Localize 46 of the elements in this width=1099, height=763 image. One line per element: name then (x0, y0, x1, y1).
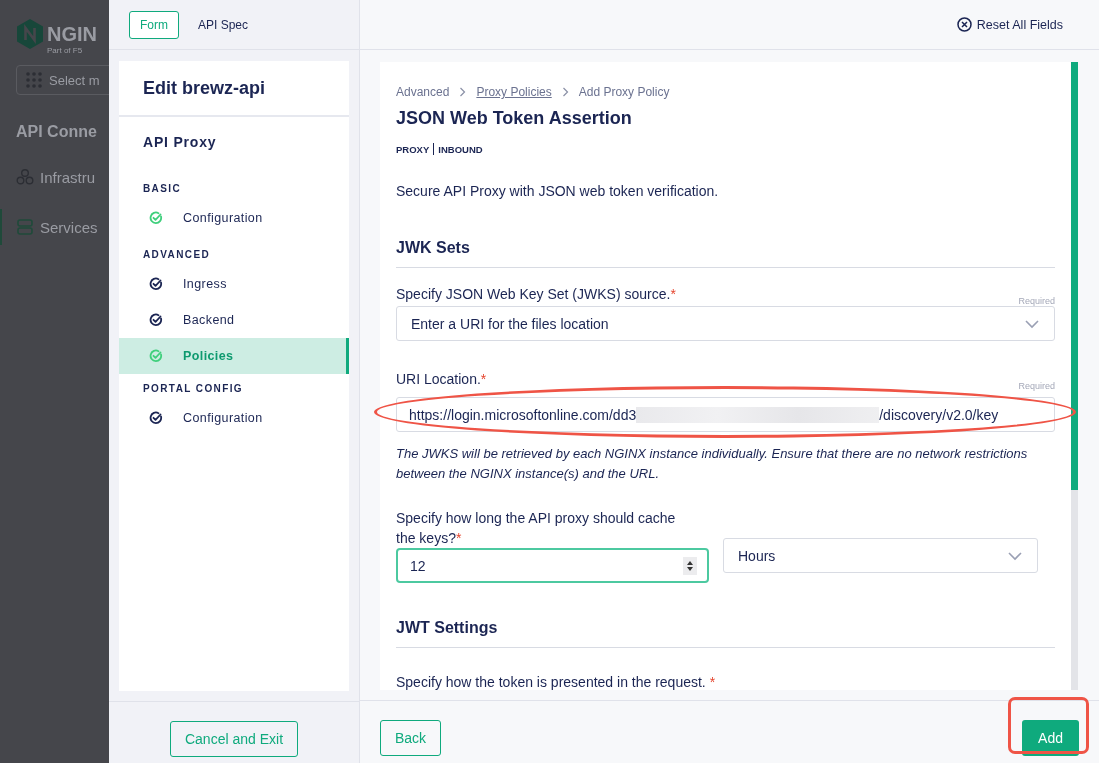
sidebar-subtitle: API Proxy (142, 133, 218, 152)
page-heading: API Conne (16, 123, 98, 141)
chevron-right-icon (459, 87, 467, 97)
policy-tag: PROXY (396, 143, 430, 155)
reset-button[interactable]: Reset All Fields (950, 16, 1069, 33)
chevron-right-icon (561, 87, 569, 97)
policy-title: JSON Web Token Assertion (396, 108, 633, 129)
hexagon-logo-icon (16, 18, 44, 50)
section-label: BASIC (142, 181, 183, 196)
breadcrumb-link[interactable]: Proxy Policies (476, 85, 552, 99)
cluster-icon (16, 168, 34, 186)
field-label: Specify how long the API proxy should cache the keys?* (396, 509, 677, 548)
help-text: The JWKS will be retrieved by each NGINX instance individually. Ensure that there are no network restrictions between the NGINX instance(s) and the URL. (396, 445, 1029, 483)
section-heading: JWK Sets (396, 239, 1055, 268)
sidebar-title: Edit brewz-api (119, 61, 349, 117)
close-icon (956, 17, 972, 32)
chevron-down-icon (1024, 318, 1040, 329)
sidebar-item[interactable]: Ingress (119, 266, 349, 302)
breadcrumb-item: Add Proxy Policy (578, 85, 670, 99)
section-heading: JWT Settings (396, 619, 1055, 648)
sidebar-item[interactable]: Backend (119, 302, 349, 338)
scrollbar[interactable] (1071, 62, 1078, 690)
sidebar-item[interactable]: Configuration (119, 200, 349, 236)
mode-tab[interactable]: API Spec (187, 10, 260, 39)
field-label: Specify how the token is presented in the request. * (396, 674, 717, 690)
policy-tag: INBOUND (438, 143, 483, 155)
search-field[interactable]: Select m (16, 65, 109, 95)
field-label: URI Location.* (396, 371, 487, 387)
field-label: Specify JSON Web Key Set (JWKS) source.* (396, 286, 676, 302)
breadcrumb-item: Advanced (396, 85, 450, 99)
logo-text: NGIN (47, 24, 97, 44)
number-input-field[interactable]: 12 (396, 548, 709, 583)
chevron-down-icon (1007, 550, 1023, 561)
logo-subtitle: Part of F5 (47, 46, 84, 55)
spinner-icon[interactable] (683, 556, 697, 575)
section-label: ADVANCED (142, 247, 212, 262)
server-icon (16, 218, 34, 236)
policy-description: Secure API Proxy with JSON web token verification. (396, 183, 720, 199)
unit-dropdown[interactable]: Hours (723, 538, 1038, 573)
required-hint: Required (1018, 296, 1055, 306)
section-label: PORTAL CONFIG (142, 381, 245, 396)
uri-input-field[interactable]: https://login.microsoftonline.com/dd3 /discovery/v2.0/key (396, 397, 1055, 432)
source-dropdown[interactable]: Enter a URI for the files location (396, 306, 1055, 341)
required-hint: Required (1018, 381, 1055, 391)
sidebar-item[interactable]: Configuration (119, 400, 349, 436)
grid-icon (25, 71, 43, 89)
